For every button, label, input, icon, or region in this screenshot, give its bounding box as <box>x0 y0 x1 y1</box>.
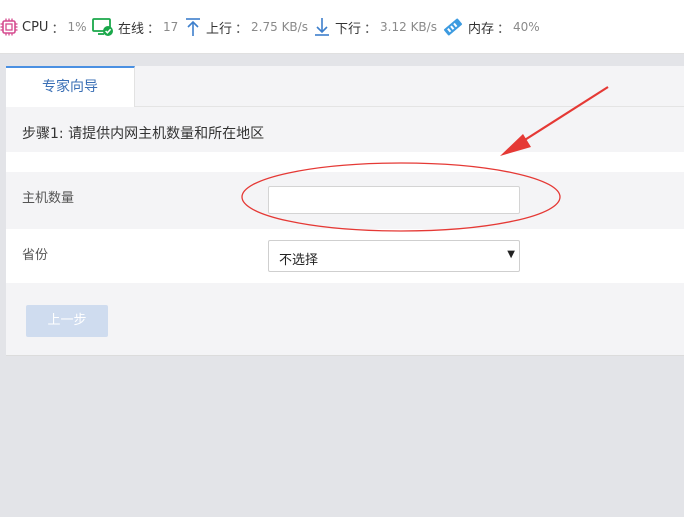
province-select[interactable]: 不选择 ▼ <box>268 240 520 272</box>
cpu-stat: CPU ： 1% <box>0 17 87 37</box>
upload-label: 上行 <box>206 21 233 37</box>
online-stat: 在线 ： 17 <box>92 17 178 37</box>
tab-divider <box>135 106 684 107</box>
memory-label: 内存 <box>468 21 495 37</box>
cpu-colon: ： <box>51 21 65 37</box>
memory-stick-icon <box>442 17 464 37</box>
dropdown-triangle-icon: ▼ <box>507 249 515 260</box>
prev-step-button[interactable]: 上一步 <box>26 305 108 337</box>
download-value: 3.12 KB/s <box>380 20 437 34</box>
online-label: 在线 <box>118 21 145 37</box>
monitor-check-icon <box>92 17 114 37</box>
divider-band <box>6 152 684 172</box>
online-value: 17 <box>163 20 179 34</box>
province-selected-value: 不选择 <box>279 253 319 268</box>
cpu-label: CPU <box>22 19 49 35</box>
tab-expert-wizard[interactable]: 专家向导 <box>6 66 135 107</box>
host-count-input[interactable] <box>268 186 520 214</box>
download-stat: 下行 ： 3.12 KB/s <box>313 17 437 37</box>
download-label: 下行 <box>335 21 362 37</box>
host-count-label: 主机数量 <box>22 191 75 206</box>
upload-colon: ： <box>235 21 249 37</box>
province-label: 省份 <box>22 248 49 263</box>
wizard-panel: 专家向导 步骤1: 请提供内网主机数量和所在地区 主机数量 省份 不选择 ▼ 上… <box>6 66 684 356</box>
cpu-value: 1% <box>67 20 87 34</box>
online-colon: ： <box>147 21 161 37</box>
memory-value: 40% <box>513 20 540 34</box>
step-title: 步骤1: 请提供内网主机数量和所在地区 <box>22 126 265 142</box>
upload-arrow-icon <box>184 17 202 37</box>
upload-value: 2.75 KB/s <box>251 20 308 34</box>
download-colon: ： <box>364 21 378 37</box>
memory-stat: 内存 ： 40% <box>442 17 540 37</box>
upload-stat: 上行 ： 2.75 KB/s <box>184 17 308 37</box>
cpu-chip-icon <box>0 18 18 36</box>
download-arrow-icon <box>313 17 331 37</box>
memory-colon: ： <box>497 21 511 37</box>
status-bar: CPU ： 1% 在线 ： 17 上行 ： 2.75 KB/s 下行 ： 3.1… <box>0 0 684 54</box>
